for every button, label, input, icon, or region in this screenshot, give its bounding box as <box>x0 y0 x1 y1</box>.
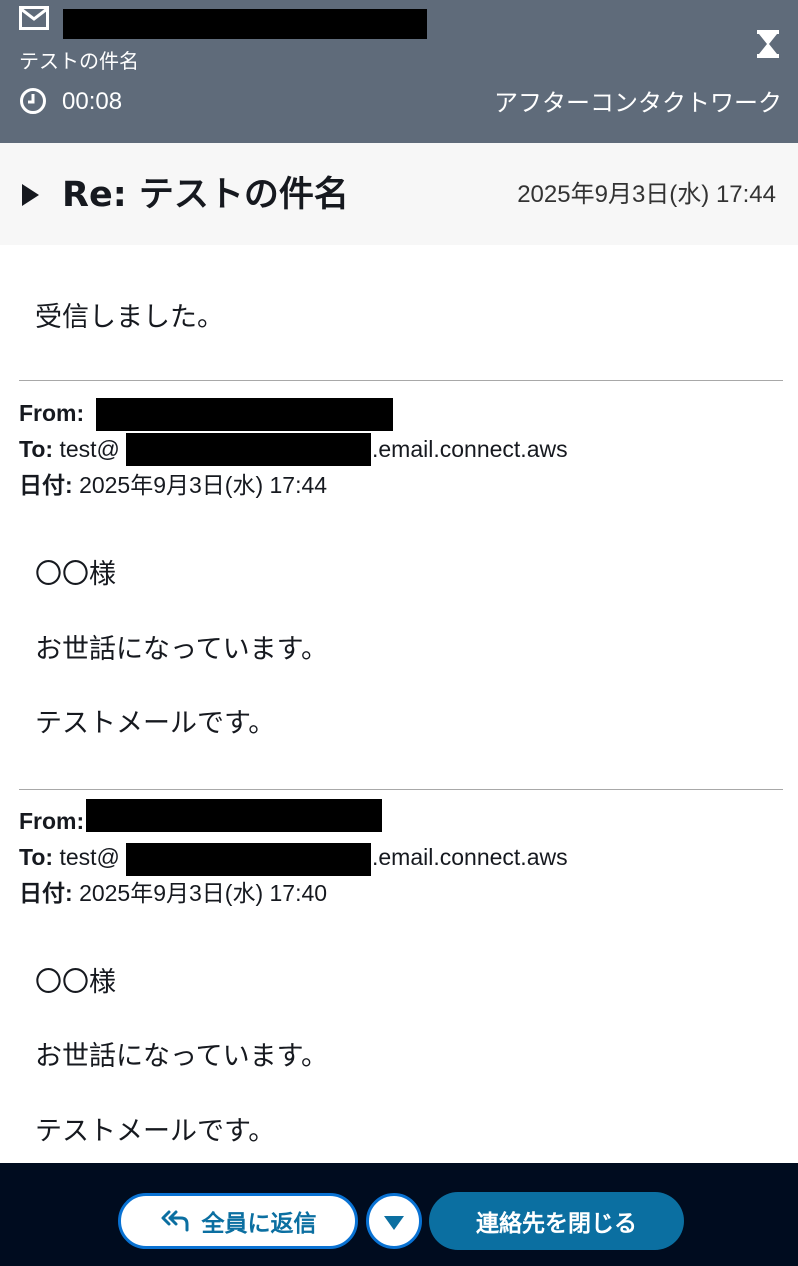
message-body-line: お世話になっています。 <box>35 1041 328 1072</box>
reply-options-dropdown[interactable] <box>366 1193 422 1249</box>
date-line: 日付: 2025年9月3日(水) 17:40 <box>19 878 327 908</box>
envelope-icon <box>19 6 49 30</box>
date-label: 日付: <box>19 472 73 498</box>
header-subject: テストの件名 <box>19 49 139 73</box>
from-label: From: <box>19 400 85 426</box>
redacted-to <box>126 433 371 466</box>
reply-all-label: 全員に返信 <box>201 1211 317 1237</box>
message-body-line: 受信しました。 <box>35 302 224 333</box>
from-line: From: <box>19 398 84 428</box>
to-suffix: .email.connect.aws <box>372 844 568 870</box>
redacted-sender <box>63 9 427 39</box>
to-label: To: <box>19 844 54 870</box>
to-prefix: test@ <box>59 844 120 870</box>
close-contact-button[interactable]: 連絡先を閉じる <box>429 1192 684 1250</box>
to-line: To: test@ .email.connect.aws <box>19 842 568 872</box>
message-body-line: テストメールです。 <box>35 708 276 739</box>
expand-triangle-icon[interactable] <box>22 184 39 206</box>
message-divider <box>19 380 783 381</box>
to-suffix: .email.connect.aws <box>372 436 568 462</box>
message-body-line: お世話になっています。 <box>35 634 328 665</box>
reply-all-button[interactable]: 全員に返信 <box>118 1193 358 1249</box>
message-body-line: 〇〇様 <box>35 967 116 998</box>
date-line: 日付: 2025年9月3日(水) 17:44 <box>19 470 327 500</box>
date-value: 2025年9月3日(水) 17:40 <box>79 880 328 906</box>
redacted-to <box>126 843 371 876</box>
message-body-line: テストメールです。 <box>35 1116 276 1147</box>
reply-all-icon <box>161 1210 188 1232</box>
contact-header: テストの件名 00:08 アフターコンタクトワーク <box>0 0 798 143</box>
to-line: To: test@ .email.connect.aws <box>19 434 568 464</box>
message-divider <box>19 789 783 790</box>
thread-subject: Re: テストの件名 <box>62 175 349 215</box>
close-contact-label: 連絡先を閉じる <box>476 1211 637 1237</box>
thread-date: 2025年9月3日(水) 17:44 <box>517 181 776 208</box>
chevron-down-icon <box>384 1216 404 1230</box>
redacted-from <box>96 398 393 431</box>
to-prefix: test@ <box>59 436 120 462</box>
contact-timer: 00:08 <box>62 88 123 115</box>
from-line: From: <box>19 806 84 836</box>
hourglass-icon <box>757 30 779 58</box>
contact-status: アフターコンタクトワーク <box>494 89 782 117</box>
date-label: 日付: <box>19 880 73 906</box>
clock-icon <box>20 88 46 114</box>
date-value: 2025年9月3日(水) 17:44 <box>79 472 328 498</box>
message-body-line: 〇〇様 <box>35 559 116 590</box>
from-label: From: <box>19 808 85 834</box>
redacted-from <box>86 799 382 832</box>
to-label: To: <box>19 436 54 462</box>
